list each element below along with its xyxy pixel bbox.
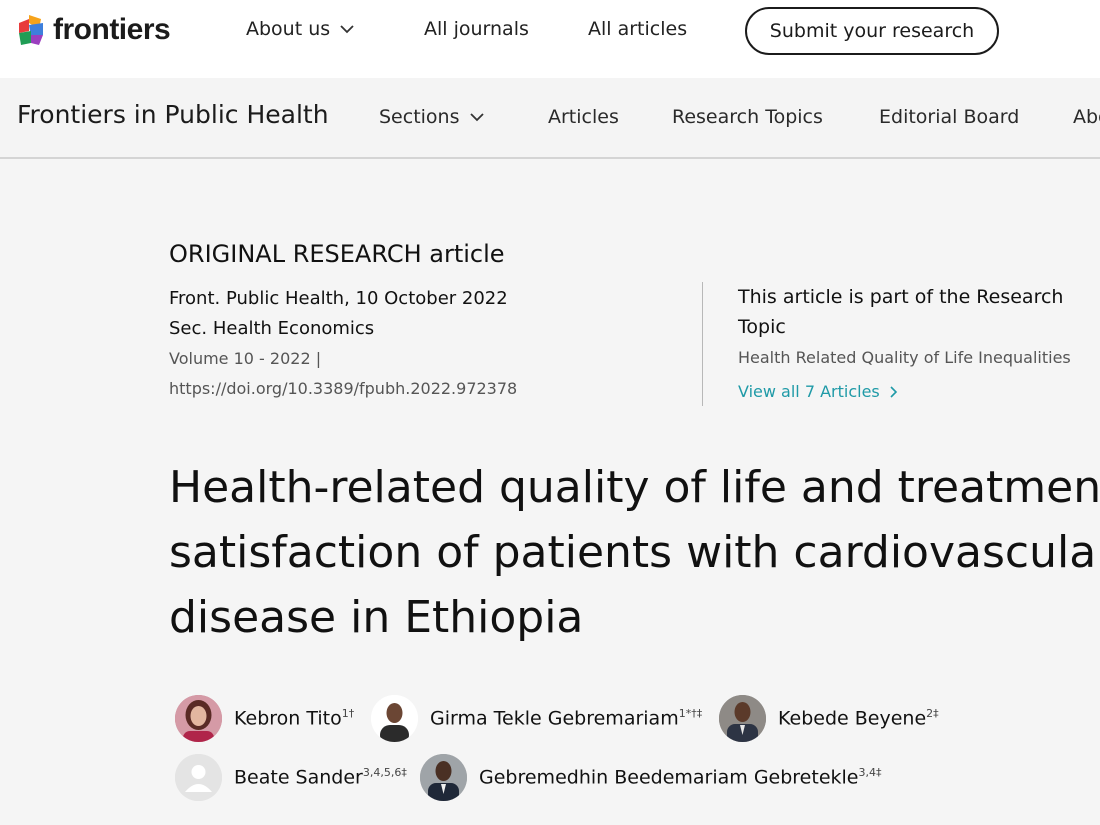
journal-nav-about[interactable]: Abo xyxy=(1073,106,1100,128)
nav-all-articles[interactable]: All articles xyxy=(588,18,687,40)
author-item[interactable]: Kebede Beyene2‡ xyxy=(719,695,939,742)
article-title-line: Health-related quality of life and treat… xyxy=(169,462,1100,513)
research-topic-heading: This article is part of the Research Top… xyxy=(738,286,1064,338)
avatar xyxy=(175,754,222,801)
author-name: Kebede Beyene2‡ xyxy=(778,707,939,730)
author-photo-icon xyxy=(719,695,766,742)
chevron-right-icon xyxy=(890,385,897,398)
chevron-down-icon xyxy=(340,25,354,34)
journal-nav-articles[interactable]: Articles xyxy=(548,106,619,128)
view-all-articles-link[interactable]: View all 7 Articles xyxy=(738,382,898,401)
author-item[interactable]: Beate Sander3,4,5,6‡ xyxy=(175,754,407,801)
article-doi-link[interactable]: https://doi.org/10.3389/fpubh.2022.97237… xyxy=(169,379,517,398)
nav-about-us-label: About us xyxy=(246,18,331,40)
article-type: ORIGINAL RESEARCH article xyxy=(169,240,505,268)
avatar xyxy=(175,695,222,742)
avatar xyxy=(420,754,467,801)
journal-title[interactable]: Frontiers in Public Health xyxy=(17,100,329,129)
journal-nav-research-topics[interactable]: Research Topics xyxy=(672,106,823,128)
article-title: Health-related quality of life and treat… xyxy=(169,455,1100,650)
author-name: Kebron Tito1† xyxy=(234,707,355,730)
journal-nav-sections-label: Sections xyxy=(379,106,460,128)
brand-name: frontiers xyxy=(53,13,171,46)
author-item[interactable]: Gebremedhin Beedemariam Gebretekle3,4‡ xyxy=(420,754,881,801)
author-photo-icon xyxy=(420,754,467,801)
top-navigation-bar: frontiers About us All journals All arti… xyxy=(0,0,1100,78)
view-all-articles-label: View all 7 Articles xyxy=(738,382,880,401)
meta-divider xyxy=(702,282,703,406)
frontiers-logo-icon xyxy=(19,15,43,45)
submit-research-button[interactable]: Submit your research xyxy=(745,7,999,55)
journal-navigation-bar: Frontiers in Public Health Sections Arti… xyxy=(0,78,1100,159)
nav-all-articles-label: All articles xyxy=(588,18,688,40)
article-title-line: satisfaction of patients with cardiovasc… xyxy=(169,527,1100,578)
research-topic-name[interactable]: Health Related Quality of Life Inequalit… xyxy=(738,348,1071,367)
avatar xyxy=(371,695,418,742)
journal-nav-sections[interactable]: Sections xyxy=(379,106,486,128)
author-name: Girma Tekle Gebremariam1*†‡ xyxy=(430,707,703,730)
author-name: Beate Sander3,4,5,6‡ xyxy=(234,766,407,789)
nav-all-journals[interactable]: All journals xyxy=(424,18,529,40)
author-item[interactable]: Girma Tekle Gebremariam1*†‡ xyxy=(371,695,702,742)
article-volume: Volume 10 - 2022 | xyxy=(169,349,322,368)
author-name: Gebremedhin Beedemariam Gebretekle3,4‡ xyxy=(479,766,882,789)
journal-nav-editorial-board[interactable]: Editorial Board xyxy=(879,106,1019,128)
article-citation: Front. Public Health, 10 October 2022 xyxy=(169,288,508,309)
article-title-line: disease in Ethiopia xyxy=(169,592,584,643)
nav-about-us[interactable]: About us xyxy=(246,18,356,40)
chevron-down-icon xyxy=(469,113,484,122)
article-section: Sec. Health Economics xyxy=(169,318,375,339)
avatar xyxy=(719,695,766,742)
author-photo-icon xyxy=(175,695,222,742)
nav-all-journals-label: All journals xyxy=(424,18,529,40)
default-user-icon xyxy=(175,754,222,801)
author-photo-icon xyxy=(371,695,418,742)
frontiers-logo[interactable]: frontiers xyxy=(17,13,171,47)
author-item[interactable]: Kebron Tito1† xyxy=(175,695,354,742)
